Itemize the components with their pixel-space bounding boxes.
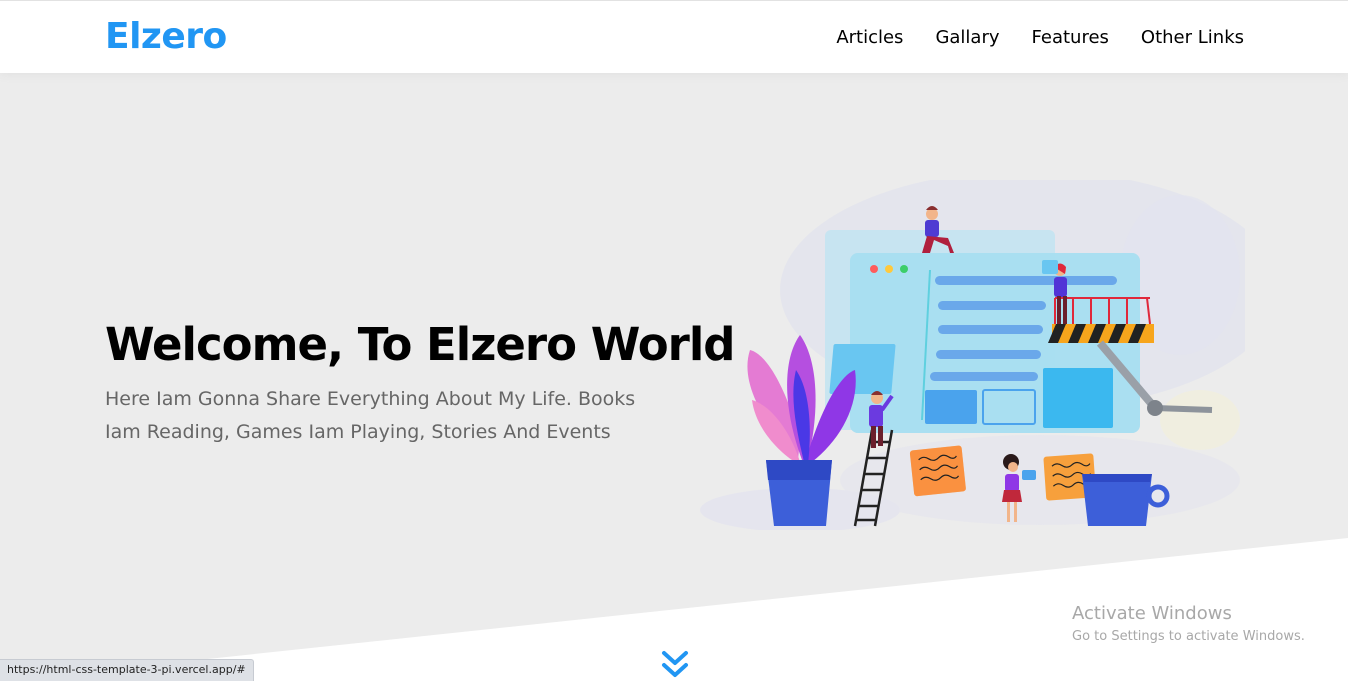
nav-link-features[interactable]: Features xyxy=(1032,27,1109,48)
hero-description: Here Iam Gonna Share Everything About My… xyxy=(105,388,636,443)
nav-item-gallary: Gallary xyxy=(935,27,999,48)
hero-illustration xyxy=(700,180,1245,530)
scroll-down-icon[interactable] xyxy=(660,648,690,680)
nav-item-articles: Articles xyxy=(836,27,903,48)
windows-activation-watermark: Activate Windows Go to Settings to activ… xyxy=(1072,603,1305,644)
watermark-subtitle: Go to Settings to activate Windows. xyxy=(1072,629,1305,644)
watermark-title: Activate Windows xyxy=(1072,603,1232,624)
nav-link-gallary[interactable]: Gallary xyxy=(935,27,999,48)
browser-status-url: https://html-css-template-3-pi.vercel.ap… xyxy=(0,659,254,681)
hero-title: Welcome, To Elzero World xyxy=(105,318,735,371)
nav-link-other-links[interactable]: Other Links xyxy=(1141,27,1244,48)
site-header: Elzero Articles Gallary Features Other L… xyxy=(0,0,1348,73)
nav-link-articles[interactable]: Articles xyxy=(836,27,903,48)
nav-item-features: Features xyxy=(1032,27,1109,48)
main-nav: Articles Gallary Features Other Links xyxy=(804,1,1244,74)
logo-link[interactable]: Elzero xyxy=(105,16,227,57)
nav-item-other-links: Other Links xyxy=(1141,27,1244,48)
